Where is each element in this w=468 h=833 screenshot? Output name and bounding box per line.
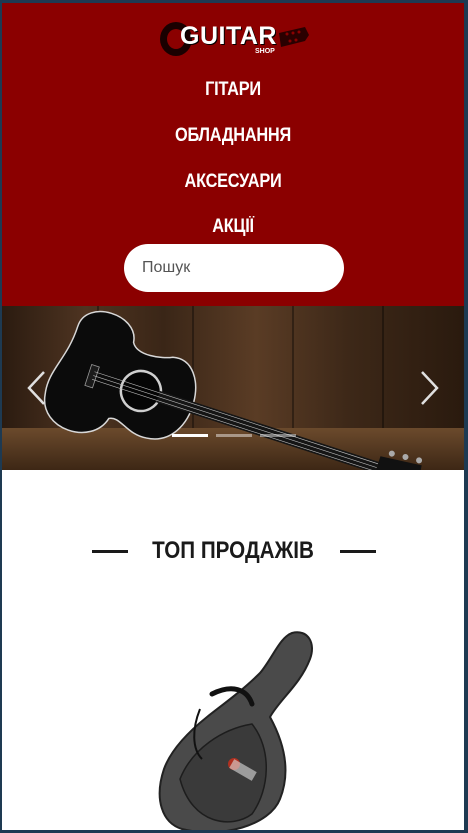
logo-subtext: SHOP — [255, 48, 275, 55]
nav-item-promotions[interactable]: АКЦІЇ — [34, 216, 431, 238]
nav-item-equipment[interactable]: ОБЛАДНАННЯ — [34, 125, 431, 147]
site-logo[interactable]: GUITAR SHOP — [159, 19, 311, 61]
site-header: GUITAR SHOP ГІТАРИ ОБЛАДНАННЯ АКСЕСУАРИ … — [2, 3, 464, 306]
search-input[interactable] — [124, 244, 344, 292]
acoustic-guitar-image — [43, 310, 423, 470]
slider-next-chevron-right-icon[interactable] — [420, 370, 440, 406]
heading-line-right — [340, 550, 376, 553]
guitar-gig-bag-image — [158, 631, 313, 830]
top-sales-heading: ТОП ПРОДАЖІВ — [2, 533, 464, 569]
nav-item-guitars[interactable]: ГІТАРИ — [34, 79, 431, 101]
nav-item-accessories[interactable]: АКСЕСУАРИ — [34, 171, 431, 193]
slider-indicator-1[interactable] — [172, 434, 208, 437]
slider-prev-chevron-left-icon[interactable] — [26, 370, 46, 406]
logo-text: GUITAR — [180, 22, 277, 50]
hero-slider[interactable] — [2, 306, 464, 470]
slider-indicator-3[interactable] — [260, 434, 296, 437]
page: GUITAR SHOP ГІТАРИ ОБЛАДНАННЯ АКСЕСУАРИ … — [2, 3, 464, 830]
product-card[interactable] — [152, 629, 322, 830]
slider-indicator-2[interactable] — [216, 434, 252, 437]
